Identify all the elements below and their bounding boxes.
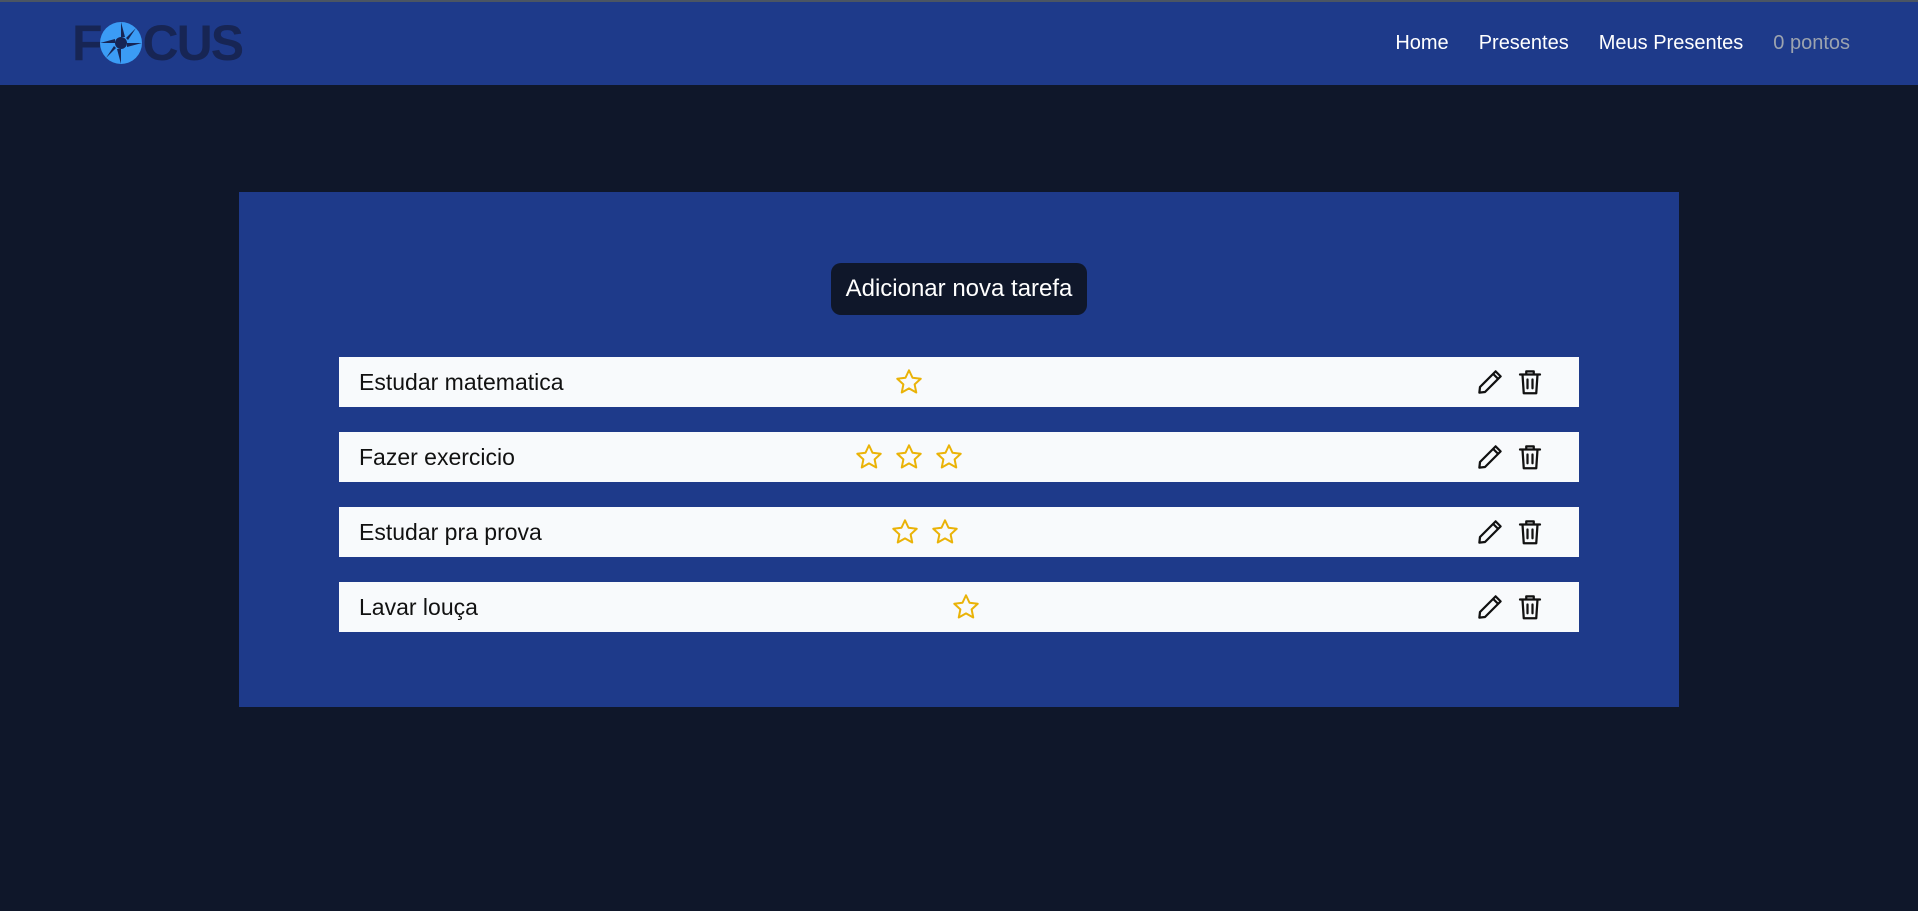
task-row: Estudar pra prova: [339, 507, 1579, 557]
task-name: Estudar pra prova: [359, 519, 542, 545]
star-icon: [894, 367, 924, 397]
task-actions: [1475, 507, 1545, 557]
camera-aperture-icon: [99, 22, 142, 64]
focus-logo[interactable]: F CUS: [72, 15, 245, 71]
star-icon: [951, 592, 981, 622]
task-actions: [1475, 582, 1545, 632]
star-icon: [890, 517, 920, 547]
nav-links: Home Presentes Meus Presentes 0 pontos: [1395, 2, 1850, 85]
logo-suffix: CUS: [142, 15, 245, 71]
task-list: Estudar matematica Fazer exercicio Estud…: [339, 357, 1579, 657]
pencil-icon[interactable]: [1475, 442, 1505, 472]
task-stars: [890, 507, 960, 557]
task-row: Fazer exercicio: [339, 432, 1579, 482]
add-task-button[interactable]: Adicionar nova tarefa: [831, 263, 1087, 315]
nav-link-presentes[interactable]: Presentes: [1479, 32, 1569, 55]
task-actions: [1475, 357, 1545, 407]
pencil-icon[interactable]: [1475, 592, 1505, 622]
pencil-icon[interactable]: [1475, 367, 1505, 397]
nav-link-meus-presentes[interactable]: Meus Presentes: [1599, 32, 1744, 55]
task-name: Fazer exercicio: [359, 444, 515, 470]
task-stars: [854, 432, 964, 482]
trash-icon[interactable]: [1515, 367, 1545, 397]
tasks-panel: Adicionar nova tarefa Estudar matematica…: [239, 192, 1679, 707]
trash-icon[interactable]: [1515, 592, 1545, 622]
pencil-icon[interactable]: [1475, 517, 1505, 547]
trash-icon[interactable]: [1515, 517, 1545, 547]
task-name: Lavar louça: [359, 594, 478, 620]
navbar: F CUS Home Presentes Meus Presentes 0 po…: [0, 2, 1918, 85]
star-icon: [854, 442, 884, 472]
logo-prefix: F: [72, 15, 103, 71]
task-stars: [894, 357, 924, 407]
nav-link-home[interactable]: Home: [1395, 32, 1448, 55]
star-icon: [930, 517, 960, 547]
star-icon: [894, 442, 924, 472]
task-actions: [1475, 432, 1545, 482]
task-stars: [951, 582, 981, 632]
points-counter: 0 pontos: [1773, 32, 1850, 54]
task-row: Estudar matematica: [339, 357, 1579, 407]
star-icon: [934, 442, 964, 472]
trash-icon[interactable]: [1515, 442, 1545, 472]
task-row: Lavar louça: [339, 582, 1579, 632]
task-name: Estudar matematica: [359, 369, 564, 395]
